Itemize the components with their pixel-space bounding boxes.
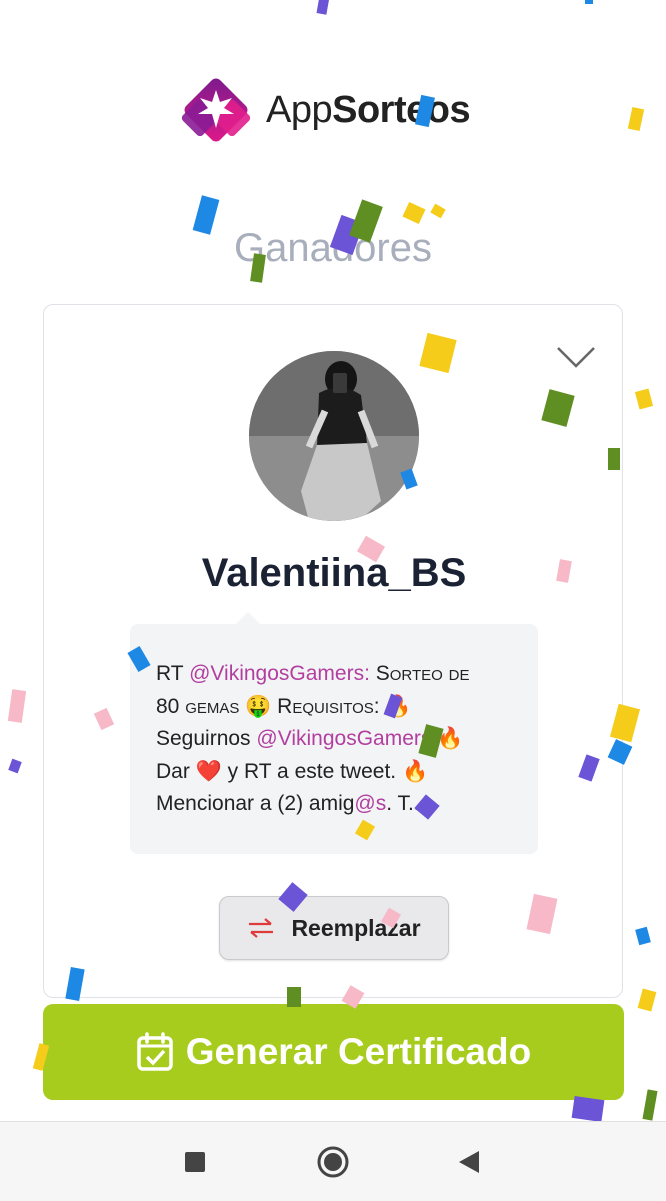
replace-winner-button[interactable]: Reemplazar — [219, 896, 449, 960]
tweet-mention: @s — [354, 792, 387, 815]
tweet-mention: @VikingosGamers: — [189, 662, 370, 685]
triangle-back-icon — [459, 1151, 479, 1173]
tweet-text: 🔥 — [431, 727, 464, 750]
tweet-text: Seguirnos — [156, 727, 257, 750]
tweet-text: Mencionar a (2) amig — [156, 792, 355, 815]
nav-back-button[interactable] — [451, 1144, 487, 1180]
brand-name: AppSorteos — [266, 88, 471, 132]
calendar-check-icon — [137, 1032, 173, 1071]
tweet-mention: @VikingosGamers — [256, 727, 432, 750]
circle-icon — [317, 1146, 349, 1178]
certificate-button-label: Generar Certificado — [185, 1031, 532, 1072]
winner-card: Valentiina_BS RT @VikingosGamers: Sorteo… — [43, 304, 623, 998]
tweet-text: RT — [156, 662, 190, 685]
tweet-line: Mencionar a (2) amig@s. T... — [156, 788, 512, 821]
tweet-pointer — [236, 612, 260, 624]
tweet-line: Dar ❤️ y RT a este tweet. 🔥 — [156, 759, 429, 783]
tweet-line: Seguirnos @VikingosGamers 🔥 — [156, 723, 512, 756]
avatar — [249, 351, 419, 521]
winner-tweet: RT @VikingosGamers: Sorteo de 80 gemas 🤑… — [130, 612, 538, 854]
replace-button-label: Reemplazar — [291, 914, 421, 941]
chevron-down-icon[interactable] — [556, 345, 596, 369]
brand-name-bold: Sorteos — [332, 88, 471, 131]
swap-arrows-icon — [249, 918, 274, 938]
brand-name-regular: App — [266, 88, 333, 131]
tweet-text: Sorteo de — [369, 662, 470, 685]
winner-username: Valentiina_BS — [201, 551, 467, 595]
tweet-text: . T... — [386, 792, 426, 815]
tweet-line: RT @VikingosGamers: Sorteo de — [156, 658, 512, 691]
generate-certificate-button[interactable]: Generar Certificado — [43, 1004, 624, 1100]
square-icon — [185, 1152, 205, 1172]
page-title: Ganadores — [234, 226, 432, 270]
brand-logo: AppSorteos — [180, 74, 471, 146]
system-navigation-bar — [0, 1121, 666, 1201]
winner-photo — [249, 351, 419, 521]
nav-home-button[interactable] — [315, 1144, 351, 1180]
appsorteos-logo-icon — [181, 78, 251, 142]
tweet-line: 80 gemas 🤑 Requisitos: 🔥 — [156, 694, 412, 718]
nav-recents-button[interactable] — [177, 1144, 213, 1180]
